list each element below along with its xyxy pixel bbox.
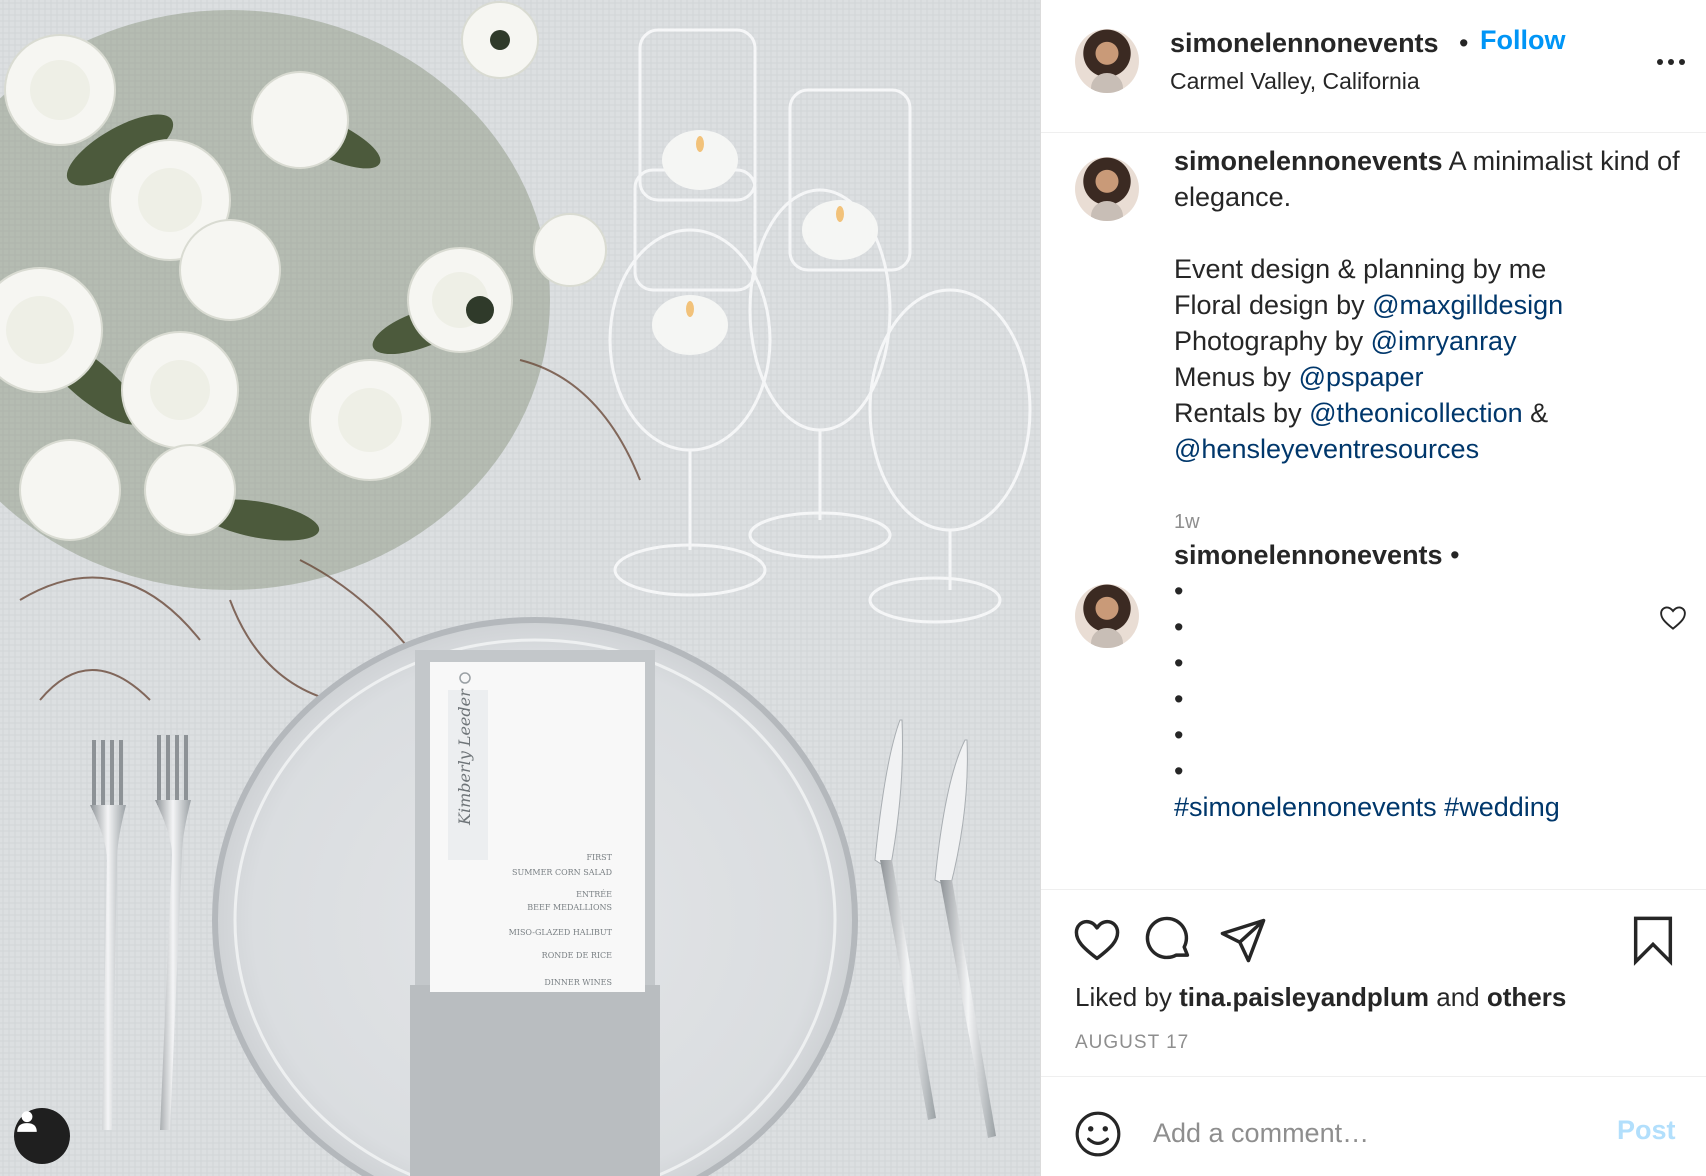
comment-username[interactable]: simonelennonevents bbox=[1174, 540, 1443, 570]
heart-icon[interactable] bbox=[1071, 914, 1123, 966]
mention-link[interactable]: @theonicollection bbox=[1309, 398, 1523, 428]
user-tag-button[interactable] bbox=[14, 1108, 70, 1164]
post-photo[interactable]: Kimberly Leeder FIRST SUMMER CORN SALAD … bbox=[0, 0, 1040, 1176]
hashtags-link[interactable]: #simonelennonevents #wedding bbox=[1174, 789, 1684, 825]
place-card-name: Kimberly Leeder bbox=[455, 688, 474, 826]
mention-link[interactable]: @hensleyeventresources bbox=[1174, 434, 1479, 464]
liked-by-others-link[interactable]: others bbox=[1487, 982, 1566, 1012]
avatar[interactable] bbox=[1075, 157, 1139, 221]
bookmark-icon[interactable] bbox=[1627, 914, 1679, 966]
credit-line: Rentals by @theonicollection & bbox=[1174, 398, 1549, 428]
mention-link[interactable]: @pspaper bbox=[1299, 362, 1424, 392]
credit-line: Floral design by @maxgilldesign bbox=[1174, 290, 1564, 320]
menu-line: SUMMER CORN SALAD bbox=[512, 868, 612, 877]
post-author-username[interactable]: simonelennonevents bbox=[1170, 28, 1439, 59]
comment-bullet: • bbox=[1174, 648, 1184, 678]
menu-line: BEEF MEDALLIONS bbox=[527, 903, 612, 912]
more-options-icon[interactable] bbox=[1647, 48, 1695, 76]
smiley-icon[interactable] bbox=[1073, 1109, 1123, 1159]
comment-input[interactable] bbox=[1153, 1105, 1583, 1161]
paper-plane-icon[interactable] bbox=[1217, 914, 1269, 966]
caption-username[interactable]: simonelennonevents bbox=[1174, 146, 1443, 176]
comment-bullet: • bbox=[1174, 576, 1184, 606]
avatar[interactable] bbox=[1075, 29, 1139, 93]
add-comment-bar: Post bbox=[1041, 1076, 1706, 1176]
credit-line: @hensleyeventresources bbox=[1174, 431, 1684, 467]
comment-bullet: • bbox=[1174, 612, 1184, 642]
avatar[interactable] bbox=[1075, 584, 1139, 648]
mention-link[interactable]: @maxgilldesign bbox=[1372, 290, 1563, 320]
post-header: simonelennonevents • Follow Carmel Valle… bbox=[1041, 0, 1706, 133]
menu-line: MISO-GLAZED HALIBUT bbox=[509, 928, 613, 937]
comment-bullet: • bbox=[1174, 756, 1184, 786]
separator-dot: • bbox=[1450, 540, 1460, 570]
post-side-panel: simonelennonevents • Follow Carmel Valle… bbox=[1040, 0, 1706, 1176]
comment-like-heart-icon[interactable] bbox=[1658, 603, 1688, 633]
comments-section: simonelennonevents A minimalist kind of … bbox=[1041, 133, 1706, 889]
credit-line: Photography by @imryanray bbox=[1174, 326, 1517, 356]
credit-line: Event design & planning by me bbox=[1174, 254, 1547, 284]
menu-line: RONDE DE RICE bbox=[542, 951, 612, 960]
post-comment-button[interactable]: Post bbox=[1617, 1115, 1676, 1146]
table-setting-image: Kimberly Leeder FIRST SUMMER CORN SALAD … bbox=[0, 0, 1040, 1176]
liked-by-user-link[interactable]: tina.paisleyandplum bbox=[1179, 982, 1429, 1012]
post-date[interactable]: AUGUST 17 bbox=[1075, 1032, 1189, 1054]
liked-by-text: Liked by tina.paisleyandplum and others bbox=[1075, 982, 1567, 1012]
menu-card: Kimberly Leeder FIRST SUMMER CORN SALAD … bbox=[430, 662, 645, 992]
menu-line: ENTRÉE bbox=[576, 890, 612, 899]
credit-line: Menus by @pspaper bbox=[1174, 362, 1424, 392]
comment-bullet: • bbox=[1174, 720, 1184, 750]
user-tag-icon bbox=[17, 1111, 37, 1132]
menu-line: DINNER WINES bbox=[544, 978, 612, 987]
comment-bubble-icon[interactable] bbox=[1143, 914, 1195, 966]
post-location[interactable]: Carmel Valley, California bbox=[1170, 68, 1420, 95]
separator-dot: • bbox=[1459, 28, 1469, 58]
mention-link[interactable]: @imryanray bbox=[1371, 326, 1517, 356]
post-actions: Liked by tina.paisleyandplum and others … bbox=[1041, 889, 1706, 1076]
caption-age[interactable]: 1w bbox=[1174, 511, 1200, 534]
comment-bullet: • bbox=[1174, 684, 1184, 714]
menu-line: FIRST bbox=[586, 853, 612, 862]
follow-button[interactable]: Follow bbox=[1480, 25, 1565, 56]
